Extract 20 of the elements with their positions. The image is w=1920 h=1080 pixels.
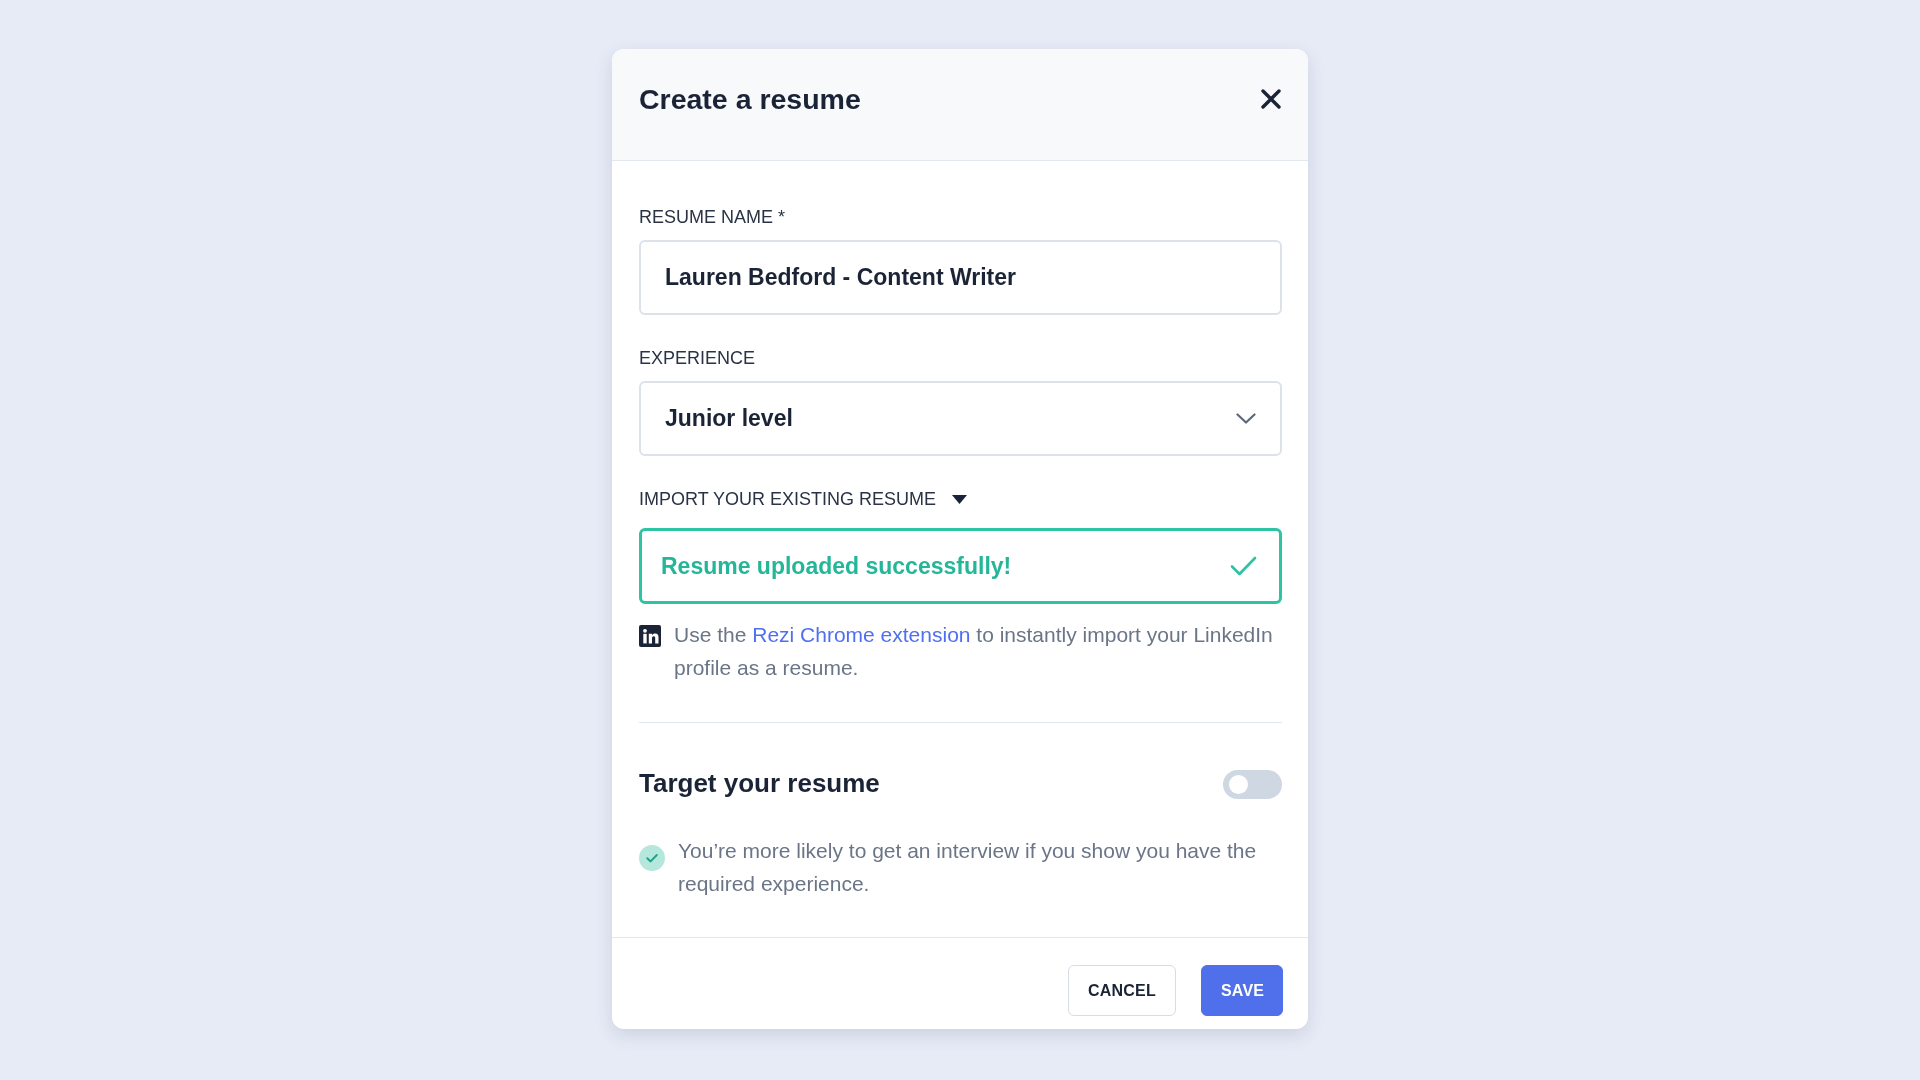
chevron-down-icon[interactable] bbox=[1236, 413, 1256, 424]
upload-status-text: Resume uploaded successfully! bbox=[661, 551, 1012, 581]
linkedin-import-hint: Use the Rezi Chrome extension to instantly import your LinkedIn profile as a resume. bbox=[674, 622, 1274, 681]
dialog-title: Create a resume bbox=[639, 82, 861, 117]
caret-down-icon[interactable] bbox=[952, 494, 968, 504]
field-label: EXPERIENCE bbox=[639, 347, 757, 370]
import-toggle[interactable]: IMPORT YOUR EXISTING RESUME bbox=[639, 487, 968, 511]
section-title: Target your resume bbox=[639, 768, 880, 800]
chrome-extension-link[interactable]: Rezi Chrome extension bbox=[752, 623, 971, 646]
check-circle-icon bbox=[639, 845, 665, 871]
target-tip-text: You’re more likely to get an interview if you show you have the required experience. bbox=[678, 838, 1258, 897]
linkedin-icon bbox=[639, 625, 661, 647]
cancel-button[interactable]: CANCEL bbox=[1068, 965, 1176, 1016]
check-icon bbox=[1230, 556, 1257, 576]
experience-select[interactable]: Junior level bbox=[639, 381, 1282, 456]
resume-name-input[interactable]: Lauren Bedford - Content Writer bbox=[639, 240, 1282, 315]
field-label: RESUME NAME * bbox=[639, 206, 787, 229]
close-icon[interactable] bbox=[1260, 88, 1282, 110]
toggle-switch[interactable] bbox=[1223, 769, 1282, 799]
save-button[interactable]: SAVE bbox=[1201, 965, 1283, 1016]
